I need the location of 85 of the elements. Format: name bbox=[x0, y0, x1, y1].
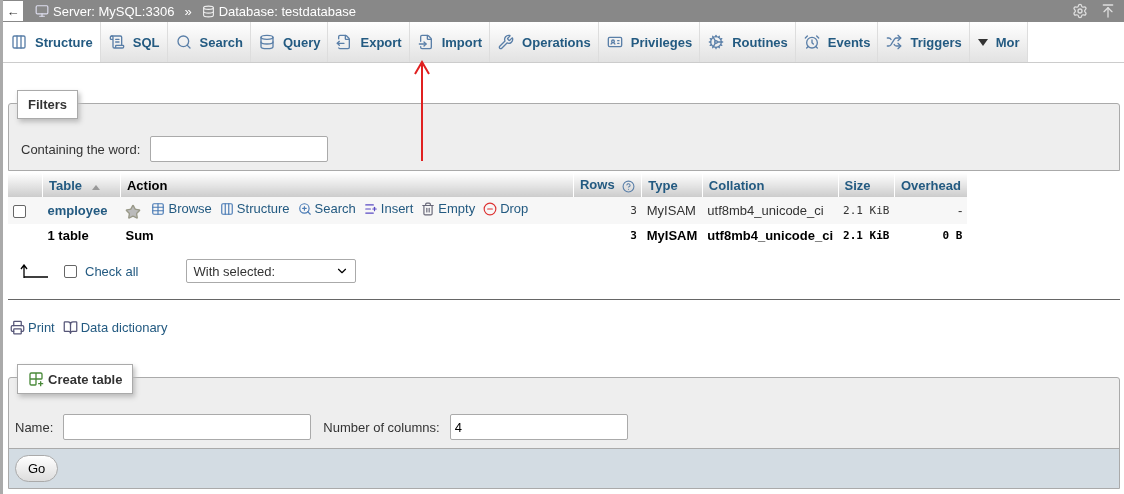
sort-arrow-icon bbox=[91, 184, 100, 190]
action-link[interactable]: Search bbox=[297, 201, 356, 216]
column-header[interactable]: Type bbox=[641, 173, 703, 197]
check-all-checkbox[interactable] bbox=[64, 264, 77, 278]
action-link[interactable]: Structure bbox=[219, 201, 290, 216]
table-cell: 3 bbox=[573, 197, 642, 225]
table-cell: utf8mb4_unicode_ci bbox=[702, 197, 839, 225]
triangle-down-icon bbox=[977, 38, 988, 46]
database-icon bbox=[258, 34, 275, 50]
tab[interactable]: Search bbox=[167, 22, 251, 62]
tab[interactable]: Import bbox=[409, 22, 491, 62]
column-header[interactable]: Size bbox=[838, 173, 895, 197]
with-selected-dropdown[interactable]: With selected: bbox=[186, 259, 357, 284]
monitor-icon bbox=[35, 4, 49, 18]
breadcrumb-separator: » bbox=[184, 3, 192, 19]
zoom-icon bbox=[297, 201, 312, 216]
column-header[interactable]: Rows bbox=[573, 173, 642, 197]
column-header[interactable]: Table bbox=[42, 173, 121, 197]
table-icon bbox=[151, 201, 166, 216]
help-icon[interactable] bbox=[622, 179, 636, 193]
table-cell: MyISAM bbox=[641, 197, 703, 225]
shuffle-icon bbox=[886, 34, 903, 50]
printer-icon bbox=[10, 320, 25, 336]
columns-icon bbox=[219, 201, 234, 216]
collapse-icon[interactable] bbox=[1100, 3, 1116, 19]
tab[interactable]: Triggers bbox=[878, 22, 970, 62]
filters-legend: Filters bbox=[17, 90, 78, 119]
scroll-icon bbox=[108, 34, 125, 50]
tab[interactable]: Query bbox=[250, 22, 329, 62]
name-label: Name: bbox=[15, 419, 54, 435]
grid-plus-icon bbox=[28, 371, 44, 388]
table-cell: - bbox=[894, 197, 968, 225]
back-button[interactable]: ← bbox=[3, 1, 23, 21]
table-cell: MyISAM bbox=[641, 224, 703, 248]
tab[interactable]: Mor bbox=[969, 22, 1028, 62]
row-checkbox[interactable] bbox=[13, 205, 26, 219]
tab[interactable]: Export bbox=[328, 22, 410, 62]
settings-icon[interactable] bbox=[1072, 3, 1088, 19]
name-input[interactable] bbox=[63, 414, 312, 441]
id-card-icon bbox=[606, 34, 623, 50]
action-link[interactable]: Empty bbox=[421, 201, 476, 216]
table-cell: 2.1 KiB bbox=[838, 224, 895, 248]
action-link[interactable]: Insert bbox=[363, 201, 414, 216]
table-cell: 1 table bbox=[42, 224, 121, 248]
check-all-link[interactable]: Check all bbox=[85, 263, 139, 279]
filter-label: Containing the word: bbox=[21, 141, 141, 157]
table-cell: Sum bbox=[120, 224, 574, 248]
file-export-icon bbox=[336, 34, 353, 50]
column-header[interactable]: Overhead bbox=[894, 173, 968, 197]
page-link[interactable]: Print bbox=[10, 320, 55, 336]
file-import-icon bbox=[417, 34, 434, 50]
tab[interactable]: Routines bbox=[700, 22, 796, 62]
columns-input[interactable]: 4 bbox=[449, 414, 628, 441]
page-link[interactable]: Data dictionary bbox=[62, 320, 168, 336]
tab[interactable]: Events bbox=[795, 22, 879, 62]
alarm-clock-icon bbox=[803, 34, 820, 50]
search-icon bbox=[175, 34, 192, 50]
table-cell: 3 bbox=[573, 224, 642, 248]
book-icon bbox=[62, 320, 78, 336]
tab[interactable]: SQL bbox=[100, 22, 168, 62]
database-icon bbox=[201, 4, 215, 18]
tab[interactable]: Privileges bbox=[598, 22, 701, 62]
minus-circle-icon bbox=[483, 201, 498, 216]
action-link[interactable]: Browse bbox=[151, 201, 212, 216]
column-header: Action bbox=[120, 173, 574, 197]
create-table-legend: Create table bbox=[17, 364, 134, 395]
cog-icon bbox=[708, 34, 725, 50]
table-name-link[interactable]: employee bbox=[47, 203, 108, 219]
corner-arrow-icon bbox=[20, 264, 48, 279]
column-header[interactable]: Collation bbox=[702, 173, 839, 197]
list-plus-icon bbox=[363, 201, 378, 216]
go-button[interactable]: Go bbox=[15, 455, 59, 483]
table-cell: 2.1 KiB bbox=[838, 197, 895, 225]
tab[interactable]: Operations bbox=[490, 22, 599, 62]
table-cell: utf8mb4_unicode_ci bbox=[702, 224, 839, 248]
server-link[interactable]: Server: MySQL:3306 bbox=[53, 3, 175, 19]
columns-icon bbox=[11, 34, 27, 50]
action-link[interactable]: Drop bbox=[483, 201, 529, 216]
table-cell: 0 B bbox=[894, 224, 968, 248]
filter-input[interactable] bbox=[150, 136, 329, 162]
columns-label: Number of columns: bbox=[323, 419, 440, 435]
wrench-icon bbox=[498, 34, 515, 50]
database-link[interactable]: Database: testdatabase bbox=[218, 3, 356, 19]
trash-icon bbox=[421, 201, 436, 216]
star-icon[interactable] bbox=[125, 204, 142, 221]
